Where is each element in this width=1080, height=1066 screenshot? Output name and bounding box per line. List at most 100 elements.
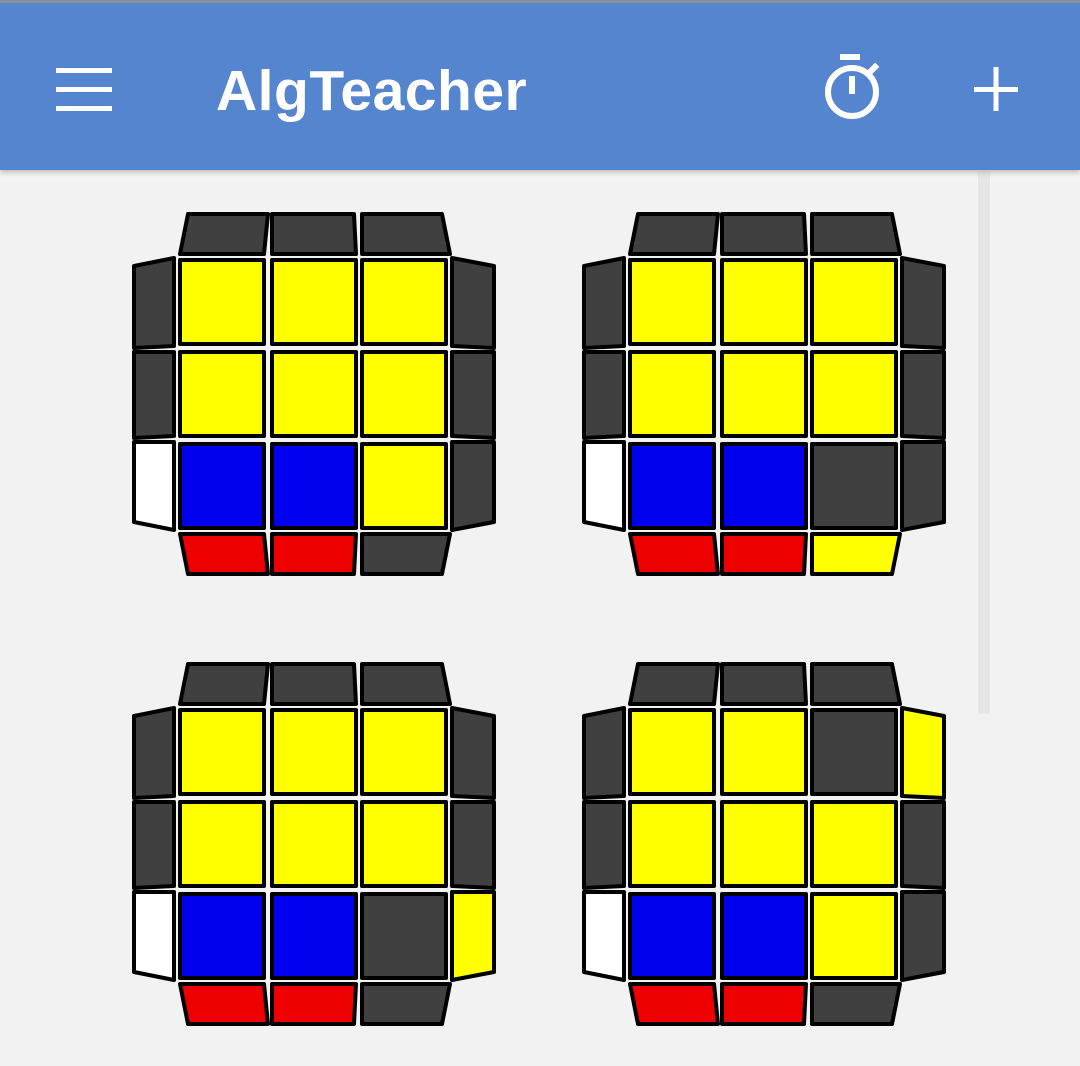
cube-diagram bbox=[132, 212, 496, 576]
face-sticker bbox=[270, 442, 358, 530]
bottom-sticker bbox=[178, 982, 270, 1026]
status-bar-edge bbox=[0, 0, 1080, 3]
left-sticker bbox=[582, 706, 626, 800]
right-sticker bbox=[450, 706, 496, 800]
menu-button[interactable] bbox=[52, 64, 116, 116]
left-sticker bbox=[582, 256, 626, 350]
timer-button[interactable] bbox=[818, 50, 886, 122]
stopwatch-icon bbox=[825, 54, 880, 119]
top-sticker bbox=[360, 212, 452, 256]
face-sticker bbox=[270, 258, 358, 346]
face-sticker bbox=[360, 892, 448, 980]
right-sticker bbox=[900, 256, 946, 350]
face-sticker bbox=[628, 708, 716, 796]
left-sticker bbox=[582, 800, 626, 890]
face-sticker bbox=[720, 350, 808, 438]
right-sticker bbox=[450, 800, 496, 890]
right-sticker bbox=[900, 800, 946, 890]
cube-diagram bbox=[582, 212, 946, 576]
face-sticker bbox=[360, 800, 448, 888]
left-sticker bbox=[582, 350, 626, 440]
top-sticker bbox=[628, 662, 720, 706]
right-sticker bbox=[450, 890, 496, 982]
bottom-sticker bbox=[628, 532, 720, 576]
add-button[interactable] bbox=[968, 58, 1024, 120]
face-sticker bbox=[810, 258, 898, 346]
top-sticker bbox=[178, 662, 270, 706]
right-sticker bbox=[450, 440, 496, 532]
plus-icon bbox=[974, 67, 1018, 111]
bottom-sticker bbox=[270, 982, 358, 1026]
bottom-sticker bbox=[360, 982, 452, 1026]
right-sticker bbox=[900, 440, 946, 532]
left-sticker bbox=[582, 440, 626, 532]
face-sticker bbox=[810, 892, 898, 980]
bottom-sticker bbox=[628, 982, 720, 1026]
face-sticker bbox=[810, 708, 898, 796]
face-sticker bbox=[628, 442, 716, 530]
left-sticker bbox=[132, 256, 176, 350]
scrollbar[interactable] bbox=[978, 172, 990, 714]
face-sticker bbox=[178, 442, 266, 530]
left-sticker bbox=[132, 706, 176, 800]
face-sticker bbox=[178, 708, 266, 796]
face-sticker bbox=[178, 800, 266, 888]
bottom-sticker bbox=[178, 532, 270, 576]
right-sticker bbox=[450, 350, 496, 440]
face-sticker bbox=[270, 708, 358, 796]
right-sticker bbox=[900, 350, 946, 440]
bottom-sticker bbox=[720, 982, 808, 1026]
face-sticker bbox=[270, 350, 358, 438]
left-sticker bbox=[132, 350, 176, 440]
face-sticker bbox=[810, 350, 898, 438]
case-card[interactable] bbox=[582, 212, 950, 580]
case-card[interactable] bbox=[132, 662, 500, 1030]
bottom-sticker bbox=[810, 982, 902, 1026]
left-sticker bbox=[132, 440, 176, 532]
right-sticker bbox=[900, 706, 946, 800]
case-card[interactable] bbox=[132, 212, 500, 580]
face-sticker bbox=[360, 708, 448, 796]
top-sticker bbox=[360, 662, 452, 706]
top-sticker bbox=[178, 212, 270, 256]
face-sticker bbox=[720, 800, 808, 888]
face-sticker bbox=[360, 258, 448, 346]
app-bar: AlgTeacher bbox=[0, 0, 1080, 170]
bottom-sticker bbox=[360, 532, 452, 576]
top-sticker bbox=[628, 212, 720, 256]
top-sticker bbox=[270, 662, 358, 706]
face-sticker bbox=[178, 350, 266, 438]
case-card[interactable] bbox=[582, 662, 950, 1030]
top-sticker bbox=[810, 662, 902, 706]
left-sticker bbox=[582, 890, 626, 982]
face-sticker bbox=[270, 892, 358, 980]
right-sticker bbox=[450, 256, 496, 350]
top-sticker bbox=[810, 212, 902, 256]
face-sticker bbox=[628, 892, 716, 980]
cube-diagram bbox=[132, 662, 496, 1026]
face-sticker bbox=[720, 708, 808, 796]
bottom-sticker bbox=[810, 532, 902, 576]
face-sticker bbox=[270, 800, 358, 888]
face-sticker bbox=[628, 258, 716, 346]
face-sticker bbox=[178, 258, 266, 346]
top-sticker bbox=[720, 662, 808, 706]
top-sticker bbox=[720, 212, 808, 256]
face-sticker bbox=[720, 892, 808, 980]
face-sticker bbox=[720, 442, 808, 530]
face-sticker bbox=[810, 442, 898, 530]
left-sticker bbox=[132, 890, 176, 982]
app-title: AlgTeacher bbox=[216, 59, 528, 123]
face-sticker bbox=[178, 892, 266, 980]
cube-diagram bbox=[582, 662, 946, 1026]
bottom-sticker bbox=[720, 532, 808, 576]
face-sticker bbox=[628, 800, 716, 888]
face-sticker bbox=[720, 258, 808, 346]
top-sticker bbox=[270, 212, 358, 256]
face-sticker bbox=[360, 442, 448, 530]
bottom-sticker bbox=[270, 532, 358, 576]
hamburger-menu-icon bbox=[56, 68, 112, 111]
face-sticker bbox=[628, 350, 716, 438]
face-sticker bbox=[360, 350, 448, 438]
right-sticker bbox=[900, 890, 946, 982]
